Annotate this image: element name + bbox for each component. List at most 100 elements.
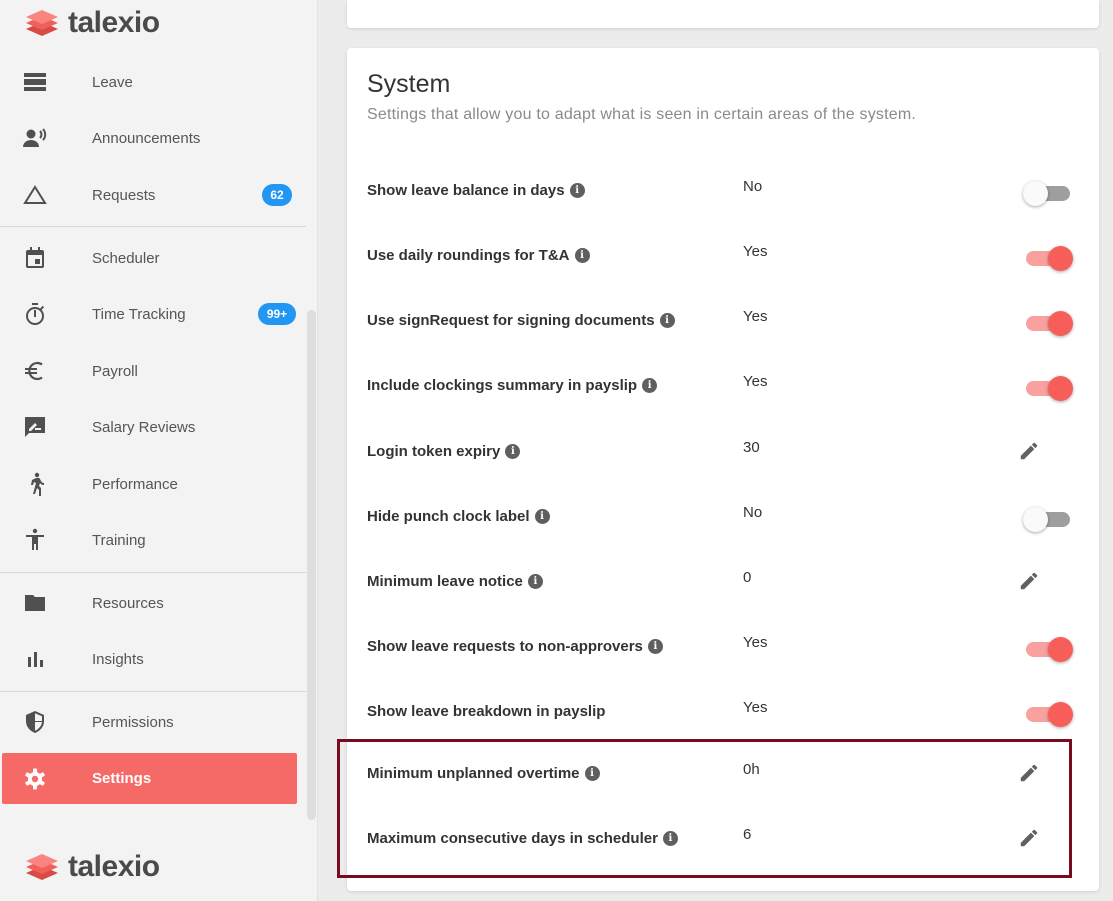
setting-value: Yes: [743, 634, 768, 651]
setting-name: Use signRequest for signing documents i: [367, 312, 675, 329]
sidebar: talexio Leave Announcements Requests 62 …: [0, 0, 318, 901]
requests-count-badge: 62: [262, 184, 292, 206]
setting-value: Yes: [743, 308, 768, 325]
setting-name: Hide punch clock label i: [367, 508, 550, 525]
setting-toggle[interactable]: [1023, 506, 1073, 532]
sidebar-item-label: Training: [92, 531, 146, 549]
calendar-icon: [22, 245, 48, 271]
setting-name: Show leave requests to non-approvers i: [367, 638, 663, 655]
sidebar-item-training[interactable]: Training: [0, 515, 306, 565]
sidebar-item-label: Leave: [92, 73, 133, 91]
setting-value: Yes: [743, 243, 768, 260]
setting-row-show-leave-requests-non-approvers: Show leave requests to non-approvers i Ye…: [347, 628, 1099, 668]
sidebar-divider: [0, 226, 306, 227]
sidebar-item-payroll[interactable]: Payroll: [0, 346, 306, 396]
sidebar-item-label: Scheduler: [92, 249, 160, 267]
talexio-footer-logo: talexio: [26, 850, 160, 884]
setting-name: Login token expiry i: [367, 443, 521, 460]
section-title: System: [367, 70, 451, 98]
setting-name: Include clockings summary in payslip i: [367, 377, 658, 394]
setting-row-login-token-expiry: Login token expiry i 30: [347, 433, 1099, 473]
setting-name: Show leave breakdown in payslip: [367, 703, 606, 720]
info-icon[interactable]: i: [642, 378, 658, 393]
requests-icon: [22, 182, 48, 208]
setting-value: 30: [743, 439, 760, 456]
setting-value: No: [743, 178, 763, 195]
sidebar-divider: [0, 691, 306, 692]
sidebar-item-label: Insights: [92, 650, 144, 668]
talexio-logo[interactable]: talexio: [26, 6, 160, 40]
info-icon[interactable]: i: [647, 639, 663, 654]
setting-value: 0: [743, 569, 752, 586]
sidebar-item-label: Salary Reviews: [92, 418, 196, 436]
accessibility-person-icon: [22, 527, 48, 553]
sidebar-item-label: Resources: [92, 594, 164, 612]
setting-toggle[interactable]: [1023, 310, 1073, 336]
sidebar-item-settings[interactable]: Settings: [2, 753, 297, 804]
setting-row-use-daily-roundings: Use daily roundings for T&A i Yes: [347, 237, 1099, 277]
sidebar-item-time-tracking[interactable]: Time Tracking 99+: [0, 289, 306, 339]
setting-name: Minimum leave notice i: [367, 573, 543, 590]
sidebar-item-leave[interactable]: Leave: [0, 57, 306, 107]
sidebar-item-requests[interactable]: Requests 62: [0, 170, 306, 220]
sidebar-item-label: Permissions: [92, 713, 174, 731]
announcements-icon: [22, 125, 48, 151]
setting-row-show-leave-balance-in-days: Show leave balance in days i No: [347, 172, 1099, 212]
sidebar-item-label: Announcements: [92, 129, 201, 147]
sidebar-scrollbar[interactable]: [307, 310, 316, 820]
info-icon[interactable]: i: [659, 313, 675, 328]
folder-icon: [22, 590, 48, 616]
stopwatch-icon: [22, 301, 48, 327]
setting-row-include-clockings-summary: Include clockings summary in payslip i Ye…: [347, 367, 1099, 407]
time-tracking-count-badge: 99+: [258, 303, 296, 325]
bar-chart-icon: [22, 646, 48, 672]
sidebar-divider: [0, 572, 306, 573]
setting-value: Yes: [743, 699, 768, 716]
sidebar-item-resources[interactable]: Resources: [0, 578, 306, 628]
setting-toggle[interactable]: [1023, 701, 1073, 727]
logo-mark-icon: [26, 854, 58, 880]
edit-pencil-icon[interactable]: [1015, 567, 1043, 595]
euro-icon: [22, 358, 48, 384]
logo-text: talexio: [68, 850, 160, 883]
sidebar-item-insights[interactable]: Insights: [0, 634, 306, 684]
setting-toggle[interactable]: [1023, 180, 1073, 206]
setting-value: Yes: [743, 373, 768, 390]
info-icon[interactable]: i: [527, 574, 543, 589]
info-icon[interactable]: i: [505, 444, 521, 459]
section-subtitle: Settings that allow you to adapt what is…: [367, 106, 917, 123]
setting-value: No: [743, 504, 763, 521]
sidebar-item-permissions[interactable]: Permissions: [0, 697, 306, 747]
sidebar-item-label: Requests: [92, 186, 156, 204]
running-person-icon: [22, 471, 48, 497]
salary-review-icon: [22, 414, 48, 440]
setting-toggle[interactable]: [1023, 636, 1073, 662]
setting-row-minimum-leave-notice: Minimum leave notice i 0: [347, 563, 1099, 603]
setting-row-use-signrequest: Use signRequest for signing documents i Y…: [347, 302, 1099, 342]
sidebar-item-label: Payroll: [92, 362, 138, 380]
sidebar-item-salary-reviews[interactable]: Salary Reviews: [0, 402, 306, 452]
setting-name: Show leave balance in days i: [367, 182, 585, 199]
sidebar-item-label: Performance: [92, 475, 178, 493]
setting-row-hide-punch-clock-label: Hide punch clock label i No: [347, 498, 1099, 538]
gear-icon: [22, 766, 48, 792]
previous-settings-card: [347, 0, 1099, 28]
edit-pencil-icon[interactable]: [1015, 437, 1043, 465]
logo-text: talexio: [68, 6, 160, 39]
setting-row-show-leave-breakdown-payslip: Show leave breakdown in payslip Yes: [347, 693, 1099, 733]
setting-toggle[interactable]: [1023, 245, 1073, 271]
sidebar-item-scheduler[interactable]: Scheduler: [0, 233, 306, 283]
highlight-box: [337, 739, 1072, 878]
shield-icon: [22, 709, 48, 735]
sidebar-item-performance[interactable]: Performance: [0, 459, 306, 509]
setting-toggle[interactable]: [1023, 375, 1073, 401]
sidebar-item-label: Settings: [92, 770, 152, 787]
sidebar-item-announcements[interactable]: Announcements: [0, 113, 306, 163]
info-icon[interactable]: i: [574, 248, 590, 263]
sidebar-item-label: Time Tracking: [92, 305, 186, 323]
setting-name: Use daily roundings for T&A i: [367, 247, 590, 264]
leave-icon: [22, 69, 48, 95]
info-icon[interactable]: i: [569, 183, 585, 198]
info-icon[interactable]: i: [534, 509, 550, 524]
logo-mark-icon: [26, 10, 58, 36]
